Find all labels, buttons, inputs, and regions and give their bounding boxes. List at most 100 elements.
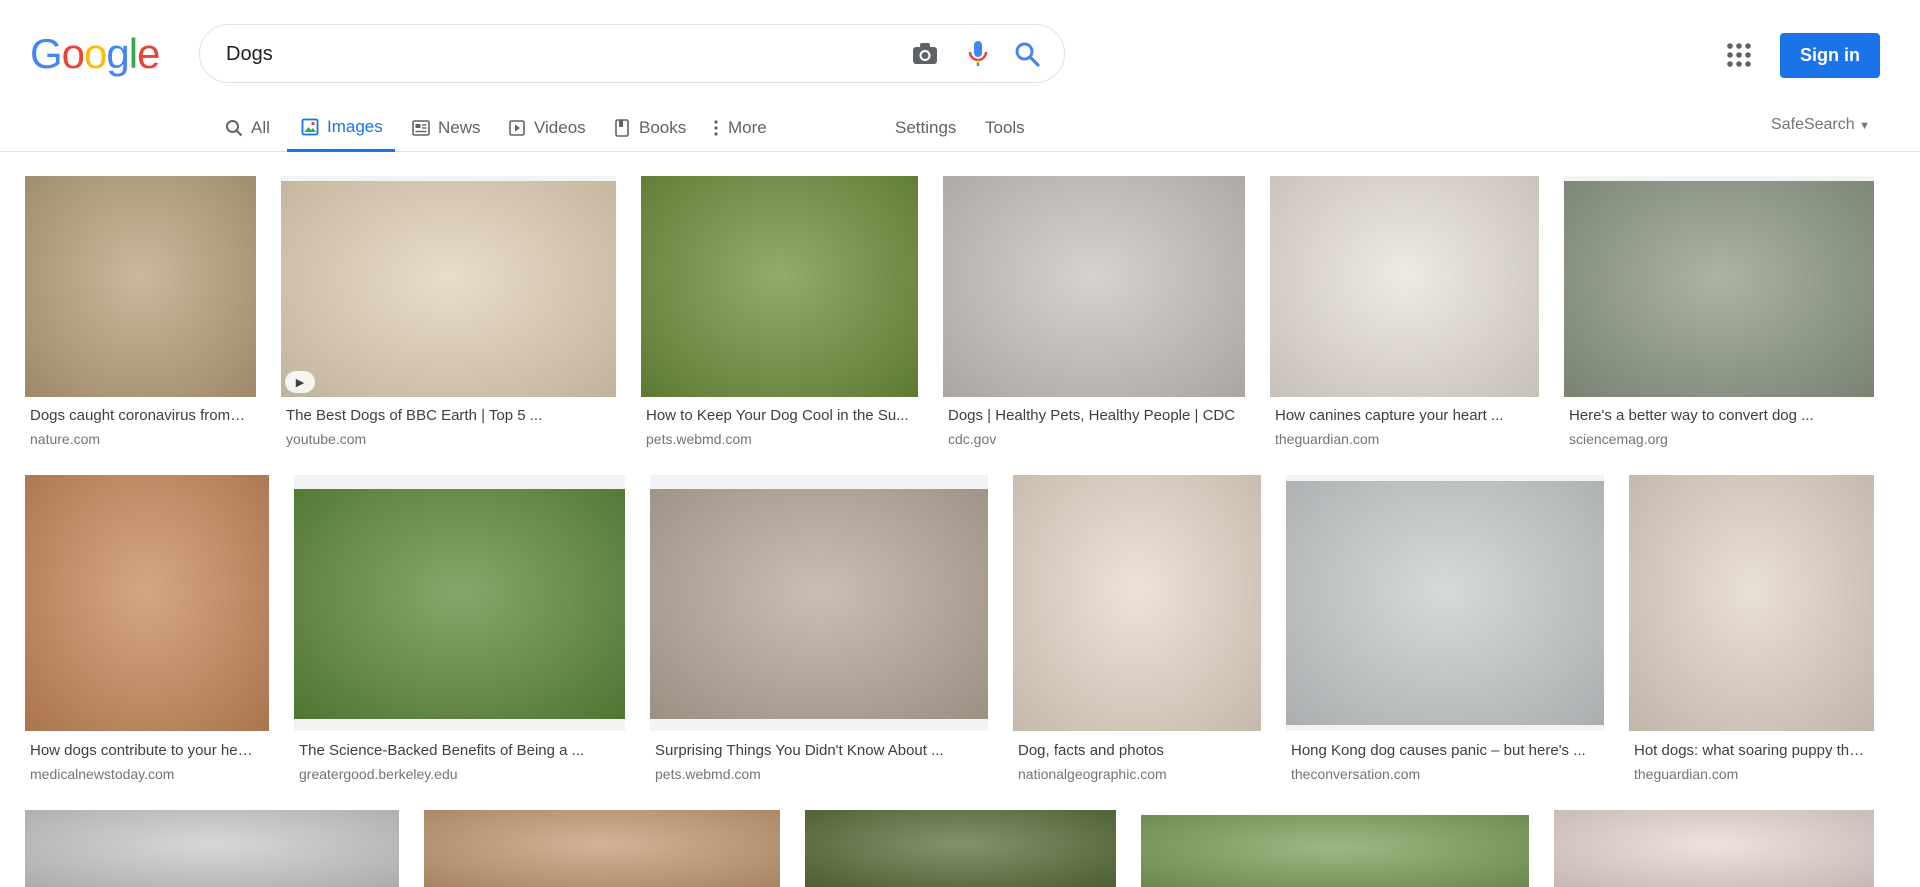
result-title[interactable]: Dogs caught coronavirus from… (30, 407, 251, 424)
result-source[interactable]: theguardian.com (1275, 431, 1534, 447)
tab-label: Tools (985, 118, 1025, 137)
thumbnail-image[interactable] (1286, 481, 1604, 725)
result-source[interactable]: nature.com (30, 431, 251, 447)
thumbnail-image[interactable] (1629, 475, 1874, 731)
image-result[interactable]: How to Keep Your Dog Cool in the Su... pe… (641, 176, 918, 455)
book-icon (613, 119, 631, 137)
safesearch-dropdown[interactable]: SafeSearch ▼ (1771, 116, 1870, 134)
play-icon: ▶ (285, 371, 315, 393)
thumbnail-frame (943, 176, 1245, 397)
thumbnail-image[interactable] (943, 176, 1245, 397)
result-source[interactable]: nationalgeographic.com (1018, 766, 1256, 782)
result-title[interactable]: Hong Kong dog causes panic – but here's … (1291, 742, 1599, 759)
result-source[interactable]: medicalnewstoday.com (30, 766, 264, 782)
image-result[interactable] (805, 810, 1116, 887)
image-result[interactable]: How dogs contribute to your he… medicalne… (25, 475, 269, 790)
result-title[interactable]: Surprising Things You Didn't Know About … (655, 742, 983, 759)
thumbnail-image[interactable] (1554, 810, 1874, 887)
sign-in-button[interactable]: Sign in (1780, 33, 1880, 78)
image-result[interactable]: The Science-Backed Benefits of Being a .… (294, 475, 625, 790)
thumbnail-image[interactable] (1270, 176, 1539, 397)
result-title[interactable]: How to Keep Your Dog Cool in the Su... (646, 407, 913, 424)
result-source[interactable]: pets.webmd.com (646, 431, 913, 447)
thumbnail-frame (1141, 815, 1529, 887)
image-result[interactable] (1554, 810, 1874, 887)
search-box (199, 24, 1065, 83)
result-source[interactable]: cdc.gov (948, 431, 1240, 447)
image-result[interactable]: Here's a better way to convert dog ... sc… (1564, 176, 1874, 455)
thumbnail-frame (1554, 810, 1874, 887)
microphone-icon[interactable] (963, 39, 993, 69)
tab-videos[interactable]: Videos (508, 104, 586, 152)
thumbnail-image[interactable] (25, 176, 256, 397)
image-result[interactable]: How canines capture your heart ... thegua… (1270, 176, 1539, 455)
logo-letter: l (128, 30, 138, 77)
thumbnail-image[interactable] (294, 489, 625, 719)
thumbnail-frame: ▶ (281, 176, 616, 397)
result-title[interactable]: The Best Dogs of BBC Earth | Top 5 ... (286, 407, 611, 424)
camera-icon[interactable] (910, 39, 940, 69)
result-title[interactable]: Hot dogs: what soaring puppy th… (1634, 742, 1869, 759)
thumbnail-image[interactable] (805, 810, 1116, 887)
result-title[interactable]: Dog, facts and photos (1018, 742, 1256, 759)
search-icon[interactable] (1012, 39, 1042, 69)
search-input[interactable] (226, 37, 826, 71)
tab-all[interactable]: All (225, 104, 270, 152)
image-result[interactable]: Dogs caught coronavirus from… nature.com (25, 176, 256, 455)
thumbnail-frame (650, 475, 988, 731)
thumbnail-frame (1270, 176, 1539, 397)
result-source[interactable]: theconversation.com (1291, 766, 1599, 782)
tab-settings[interactable]: Settings (895, 104, 956, 152)
thumbnail-frame (25, 475, 269, 731)
image-result[interactable] (1141, 815, 1529, 887)
tab-more[interactable]: More (712, 104, 767, 152)
tab-label: Videos (534, 118, 586, 137)
thumbnail-image[interactable] (641, 176, 918, 397)
thumbnail-frame (25, 176, 256, 397)
result-title[interactable]: Here's a better way to convert dog ... (1569, 407, 1869, 424)
thumbnail-image[interactable] (1141, 815, 1529, 887)
caret-down-icon: ▼ (1859, 120, 1870, 132)
result-title[interactable]: How canines capture your heart ... (1275, 407, 1534, 424)
thumbnail-image[interactable] (281, 181, 616, 397)
image-result[interactable]: ▶ The Best Dogs of BBC Earth | Top 5 ... y… (281, 176, 616, 455)
image-result[interactable]: Surprising Things You Didn't Know About … (650, 475, 988, 790)
news-icon (412, 119, 430, 137)
result-source[interactable]: sciencemag.org (1569, 431, 1869, 447)
image-result[interactable]: Hot dogs: what soaring puppy th… theguard… (1629, 475, 1874, 790)
logo-letter: o (61, 30, 85, 77)
image-icon (301, 118, 319, 136)
image-result[interactable]: Dogs | Healthy Pets, Healthy People | CD… (943, 176, 1245, 455)
tab-label: Settings (895, 118, 957, 137)
tab-news[interactable]: News (412, 104, 481, 152)
thumbnail-frame (805, 810, 1116, 887)
thumbnail-image[interactable] (424, 810, 780, 887)
image-result[interactable] (25, 810, 399, 887)
thumbnail-image[interactable] (25, 810, 399, 887)
result-title[interactable]: Dogs | Healthy Pets, Healthy People | CD… (948, 407, 1240, 424)
thumbnail-image[interactable] (25, 475, 269, 731)
thumbnail-image[interactable] (650, 489, 988, 719)
thumbnail-frame (294, 475, 625, 731)
tab-tools[interactable]: Tools (985, 104, 1025, 152)
video-icon (508, 119, 526, 137)
thumbnail-frame (1629, 475, 1874, 731)
image-result[interactable] (424, 810, 780, 887)
result-title[interactable]: How dogs contribute to your he… (30, 742, 264, 759)
result-source[interactable]: theguardian.com (1634, 766, 1869, 782)
image-result[interactable]: Hong Kong dog causes panic – but here's … (1286, 475, 1604, 790)
thumbnail-image[interactable] (1564, 181, 1874, 397)
result-source[interactable]: greatergood.berkeley.edu (299, 766, 620, 782)
tab-books[interactable]: Books (613, 104, 686, 152)
search-tabs: All Images News Videos Books More Settin… (0, 104, 1920, 152)
thumbnail-image[interactable] (1013, 475, 1261, 731)
result-title[interactable]: The Science-Backed Benefits of Being a .… (299, 742, 620, 759)
image-result[interactable]: Dog, facts and photos nationalgeographic.… (1013, 475, 1261, 790)
google-logo[interactable]: Google (30, 30, 160, 78)
tab-label: Images (327, 116, 383, 136)
tab-images[interactable]: Images (287, 104, 395, 152)
result-source[interactable]: pets.webmd.com (655, 766, 983, 782)
safesearch-label: SafeSearch (1771, 116, 1855, 133)
result-source[interactable]: youtube.com (286, 431, 611, 447)
apps-grid-icon[interactable] (1724, 40, 1754, 70)
